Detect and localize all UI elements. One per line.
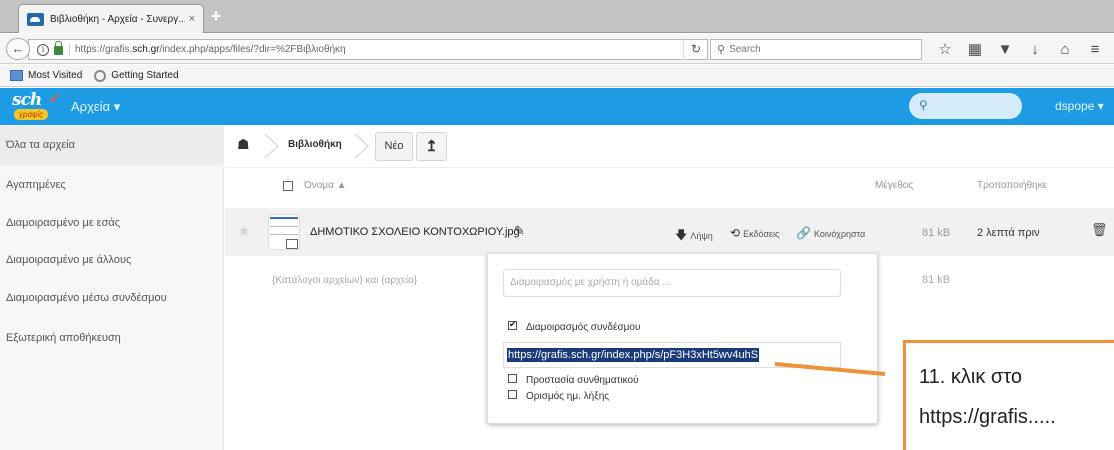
downloads-icon[interactable]: ↓ (1020, 40, 1050, 59)
file-modified: 2 λεπτά πριν (977, 227, 1040, 239)
home-icon[interactable]: ⌂ (1050, 40, 1080, 59)
annotation-line-2: https://grafis..... (919, 406, 1056, 428)
logo-mark-icon: ✓ (49, 90, 61, 106)
expiry-date-label: Ορισμός ημ. λήξης (526, 391, 610, 402)
sidebar-item-shared-with-others[interactable]: Διαμοιρασμένο με άλλους (0, 240, 224, 280)
file-size: 81 kB (922, 227, 951, 239)
sidebar-item-all-files[interactable]: Όλα τα αρχεία (0, 125, 224, 165)
home-breadcrumb-icon[interactable]: ☗ (237, 136, 250, 153)
breadcrumb-folder[interactable]: Βιβλιοθήκη (288, 139, 342, 150)
search-placeholder: Search (729, 44, 761, 55)
sidebar-item-favorites[interactable]: Αγαπημένες (0, 165, 224, 205)
most-visited-icon (10, 70, 23, 81)
expiry-date-checkbox[interactable] (508, 390, 517, 399)
download-action[interactable]: 🡇 Λήψη (675, 226, 713, 247)
download-icon: 🡇 (675, 228, 688, 242)
logo-subtext: γραφίς (14, 109, 48, 120)
annotation-callout: 11. κλικ στο https://grafis..... (903, 340, 1114, 450)
reload-icon[interactable]: ↻ (683, 39, 708, 60)
share-link-url[interactable]: https://grafis.sch.gr/index.php/s/pF3H3x… (507, 348, 760, 362)
breadcrumb-separator-icon (264, 133, 280, 159)
back-button[interactable]: ← (6, 38, 30, 60)
info-icon[interactable]: i (37, 43, 49, 56)
sidebar: Όλα τα αρχεία Αγαπημένες Διαμοιρασμένο μ… (0, 125, 224, 450)
summary-text: {Κατάλογοι αρχείων} και {αρχεία} (272, 275, 418, 286)
pocket-icon[interactable]: ▼ (990, 40, 1020, 59)
url-text[interactable]: https://grafis.sch.gr/index.php/apps/fil… (69, 44, 346, 55)
browser-tab[interactable]: Βιβλιοθήκη - Αρχεία - Συνεργ... × (18, 4, 204, 33)
callout-pointer-line (775, 362, 885, 376)
user-menu[interactable]: dspope ▾ (1055, 99, 1104, 113)
share-with-input[interactable]: Διαμοιρασμός με χρήστη ή ομάδα ... (503, 269, 841, 297)
sidebar-item-external-storage[interactable]: Εξωτερική αποθήκευση (0, 318, 224, 358)
app-search-input[interactable]: ⚲ (909, 93, 1022, 119)
breadcrumb-separator-icon (354, 133, 370, 159)
app-header: sch ✓ γραφίς Αρχεία ▾ ⚲ dspope ▾ (0, 88, 1114, 125)
file-thumbnail[interactable] (268, 214, 300, 250)
bookmark-getting-started[interactable]: Getting Started (94, 69, 179, 82)
column-name[interactable]: Όνομα ▲ (304, 180, 347, 191)
file-table-header: Όνομα ▲ Μέγεθος Τροποποιήθηκε (225, 168, 1114, 206)
bookmark-star-icon[interactable]: ☆ (930, 40, 960, 59)
tab-title: Βιβλιοθήκη - Αρχεία - Συνεργ... (50, 13, 185, 25)
tab-close-icon[interactable]: × (189, 13, 195, 25)
menu-icon[interactable]: ≡ (1080, 40, 1110, 59)
new-tab-button[interactable]: + (208, 7, 224, 25)
controls-bar: ☗ Βιβλιοθήκη Νέο ↥ (225, 125, 1114, 168)
favorite-star-icon[interactable]: ★ (237, 222, 250, 240)
browser-search-input[interactable]: ⚲ Search (710, 39, 922, 60)
rename-pencil-icon[interactable]: ✎ (514, 223, 525, 239)
share-dropdown: Διαμοιρασμός με χρήστη ή ομάδα ... Διαμο… (487, 254, 878, 424)
password-protect-label: Προστασία συνθηματικού (526, 375, 639, 386)
site-favicon-icon (27, 12, 44, 26)
file-name[interactable]: ΔΗΜΟΤΙΚΟ ΣΧΟΛΕΙΟ ΚΟΝΤΟΧΩΡΙΟΥ.jpg (310, 226, 520, 238)
delete-trash-icon[interactable]: 🗑 (1091, 222, 1108, 238)
url-bar[interactable]: i https://grafis.sch.gr/index.php/apps/f… (28, 39, 708, 60)
share-action[interactable]: 🔗 Κοινόχρηστα (796, 226, 865, 240)
search-icon: ⚲ (717, 44, 726, 56)
summary-size: 81 kB (922, 274, 951, 286)
getting-started-icon (94, 69, 107, 82)
search-icon: ⚲ (919, 98, 928, 112)
browser-nav-bar: i https://grafis.sch.gr/index.php/apps/f… (0, 34, 1114, 64)
reading-list-icon[interactable]: ▦ (960, 40, 990, 59)
app-menu-button[interactable]: Αρχεία ▾ (71, 99, 120, 115)
browser-tab-bar: Βιβλιοθήκη - Αρχεία - Συνεργ... × + (0, 0, 1114, 33)
bookmark-most-visited[interactable]: Most Visited (10, 70, 82, 81)
column-modified[interactable]: Τροποποιήθηκε (977, 180, 1047, 191)
versions-action[interactable]: ⟲ Εκδόσεις (730, 226, 779, 240)
share-link-icon: 🔗 (796, 226, 811, 240)
upload-icon[interactable]: ↥ (416, 132, 447, 161)
bookmarks-bar: Most Visited Getting Started (0, 65, 1114, 87)
sidebar-item-shared-with-you[interactable]: Διαμοιρασμένο με εσάς (0, 203, 224, 243)
sidebar-item-shared-by-link[interactable]: Διαμοιρασμένο μέσω συνδέσμου (0, 278, 224, 318)
sch-logo[interactable]: sch ✓ γραφίς (12, 90, 61, 122)
logo-text: sch (12, 90, 42, 110)
select-all-checkbox[interactable] (283, 181, 293, 191)
link-share-label: Διαμοιρασμός συνδέσμου (526, 322, 641, 333)
link-share-checkbox[interactable] (508, 319, 517, 330)
toolbar-icons: ☆ ▦ ▼ ↓ ⌂ ≡ (930, 40, 1110, 59)
new-button[interactable]: Νέο (375, 132, 413, 161)
table-row[interactable]: ★ ΔΗΜΟΤΙΚΟ ΣΧΟΛΕΙΟ ΚΟΝΤΟΧΩΡΙΟΥ.jpg ✎ 🡇 Λή… (225, 208, 1114, 256)
lock-icon[interactable] (54, 41, 63, 55)
column-size[interactable]: Μέγεθος (875, 180, 913, 191)
versions-icon: ⟲ (730, 226, 741, 240)
annotation-line-1: 11. κλικ στο (919, 366, 1022, 388)
password-protect-checkbox[interactable] (508, 374, 517, 383)
